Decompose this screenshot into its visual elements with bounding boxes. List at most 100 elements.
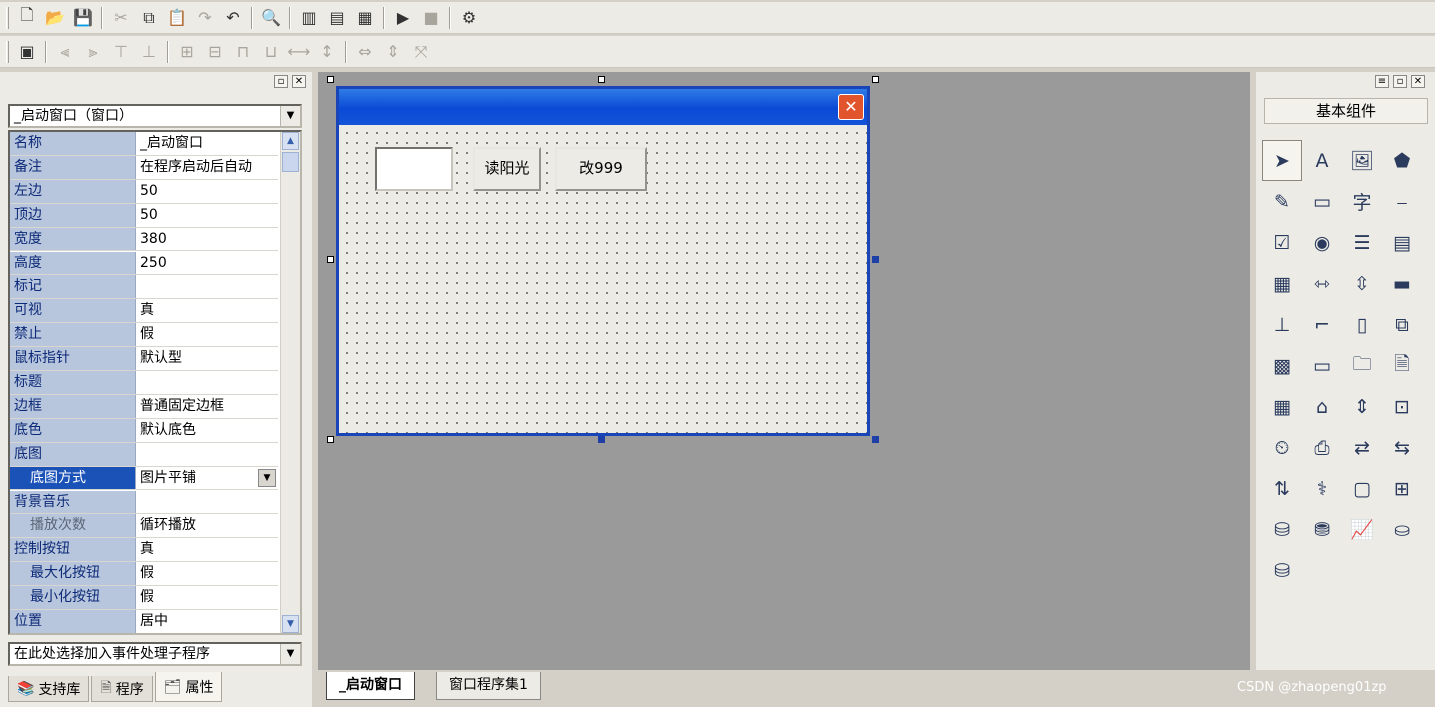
bracket-icon[interactable]: ⌐ <box>1302 304 1342 345</box>
property-row[interactable]: 高度 250 <box>10 251 278 276</box>
property-name[interactable]: 备注 <box>10 155 136 179</box>
property-name[interactable]: 底图方式 <box>10 466 136 490</box>
align-right-icon[interactable]: ⫸ <box>79 39 107 65</box>
property-name[interactable]: 鼠标指针 <box>10 347 136 370</box>
property-value[interactable]: _启动窗口 <box>136 132 278 155</box>
resize-handle[interactable] <box>598 76 605 83</box>
property-name[interactable]: 左边 <box>10 179 136 203</box>
property-name[interactable]: 可视 <box>10 299 136 323</box>
property-row[interactable]: 背景音乐 <box>10 490 278 515</box>
property-value[interactable]: 默认型 <box>136 347 278 370</box>
size-h-icon[interactable]: ⇔ <box>351 39 379 65</box>
document-icon[interactable]: 🗎 <box>1382 345 1422 386</box>
cut-icon[interactable]: ✂ <box>107 5 135 31</box>
property-row[interactable]: 位置 居中 <box>10 610 278 633</box>
printer-icon[interactable]: ⎙ <box>1302 427 1342 468</box>
property-value[interactable]: 普通固定边框 <box>136 394 278 418</box>
db-table-icon[interactable]: ⛁ <box>1262 509 1302 550</box>
label-icon[interactable]: A <box>1302 140 1342 181</box>
property-value[interactable]: 250 <box>136 251 278 275</box>
property-row[interactable]: 最大化按钮假 <box>10 562 278 587</box>
folder-icon[interactable]: 🗀 <box>1342 345 1382 386</box>
property-name[interactable]: 播放次数 <box>10 514 136 538</box>
property-value[interactable]: 默认底色 <box>136 418 278 442</box>
basic-components-header[interactable]: 基本组件 <box>1264 98 1428 124</box>
property-value[interactable] <box>136 275 278 299</box>
property-value[interactable] <box>136 442 278 466</box>
ruler-icon[interactable]: ⊥ <box>1262 304 1302 345</box>
align-left-icon[interactable]: ⫷ <box>51 39 79 65</box>
run-icon[interactable]: ▶ <box>389 5 417 31</box>
tab-support-library[interactable]: 📚 支持库 <box>8 676 90 702</box>
property-name[interactable]: 位置 <box>10 610 136 633</box>
property-name[interactable]: 边框 <box>10 394 136 418</box>
resize-handle[interactable] <box>598 436 605 443</box>
chevron-down-icon[interactable]: ▼ <box>258 468 276 487</box>
property-row[interactable]: 标记 <box>10 275 278 300</box>
tab-window-program-set[interactable]: 窗口程序集1 <box>436 672 541 700</box>
calendar-icon[interactable]: ▩ <box>1262 345 1302 386</box>
stop-icon[interactable]: ■ <box>417 5 445 31</box>
resize-handle[interactable] <box>327 256 334 263</box>
property-value[interactable]: 在程序启动后自动 <box>136 155 278 179</box>
form-icon[interactable]: ▣ <box>13 39 41 65</box>
center-v-icon[interactable]: ⊟ <box>201 39 229 65</box>
new-file-icon[interactable]: 🗋 <box>13 5 41 31</box>
form-client-area[interactable]: 读阳光 改999 <box>339 125 867 433</box>
scroll-thumb[interactable] <box>282 152 299 172</box>
data-grid-icon[interactable]: ▦ <box>1262 386 1302 427</box>
close-icon[interactable]: ✕ <box>1411 74 1425 88</box>
align-top-icon[interactable]: ⊤ <box>107 39 135 65</box>
counter-icon[interactable]: ⊡ <box>1382 386 1422 427</box>
property-value[interactable] <box>136 371 278 394</box>
property-row[interactable]: 最小化按钮假 <box>10 586 278 610</box>
event-selector[interactable]: 在此处选择加入事件处理子程序 ▼ <box>8 642 302 666</box>
change-999-button[interactable]: 改999 <box>555 147 647 191</box>
resize-handle[interactable] <box>872 76 879 83</box>
property-row[interactable]: 禁止假 <box>10 323 278 348</box>
progress-icon[interactable]: ▬ <box>1382 263 1422 304</box>
undo-icon[interactable]: ↶ <box>219 5 247 31</box>
property-row[interactable]: 备注 在程序启动后自动 <box>10 155 278 180</box>
property-name[interactable]: 禁止 <box>10 323 136 347</box>
tab-program[interactable]: 🗎 程序 <box>91 676 153 702</box>
scroll-up-icon[interactable]: ▲ <box>282 132 299 150</box>
property-value[interactable]: 假 <box>136 586 278 609</box>
toolbar-grip[interactable] <box>6 40 9 63</box>
property-row[interactable]: 底图方式 图片平铺 ▼ <box>10 466 278 491</box>
property-value[interactable]: 真 <box>136 538 278 562</box>
property-name[interactable]: 最大化按钮 <box>10 562 136 586</box>
restore-icon[interactable]: ▫ <box>1393 74 1407 88</box>
vscroll-icon[interactable]: ⇳ <box>1342 263 1382 304</box>
property-row[interactable]: 鼠标指针 默认型 <box>10 347 278 371</box>
property-name[interactable]: 底色 <box>10 418 136 442</box>
toolbar-grip[interactable] <box>6 6 9 29</box>
paste-icon[interactable]: 📋 <box>163 5 191 31</box>
tab-startup-window[interactable]: _启动窗口 <box>326 672 415 700</box>
stethoscope-icon[interactable]: ⚕ <box>1302 468 1342 509</box>
find-icon[interactable]: 🔍 <box>257 5 285 31</box>
listbox-icon[interactable]: ☰ <box>1342 222 1382 263</box>
property-row[interactable]: 底色 默认底色 <box>10 418 278 443</box>
property-value[interactable]: 居中 <box>136 610 278 633</box>
close-icon[interactable]: ✕ <box>292 74 306 88</box>
chevron-down-icon[interactable]: ▼ <box>280 644 300 664</box>
property-value[interactable]: 50 <box>136 179 278 203</box>
property-row[interactable]: 可视真 <box>10 299 278 324</box>
center-h-icon[interactable]: ⊞ <box>173 39 201 65</box>
restore-icon[interactable]: ▫ <box>274 74 288 88</box>
property-name[interactable]: 名称 <box>10 132 136 155</box>
property-name[interactable]: 底图 <box>10 442 136 466</box>
db-icon[interactable]: ⛃ <box>1302 509 1342 550</box>
property-row[interactable]: 顶边 50 <box>10 203 278 228</box>
edit-icon[interactable]: ✎ <box>1262 181 1302 222</box>
property-value[interactable]: 假 <box>136 562 278 586</box>
same-width-icon[interactable]: ⊓ <box>229 39 257 65</box>
text-char-icon[interactable]: 字 <box>1342 181 1382 222</box>
property-name[interactable]: 高度 <box>10 251 136 275</box>
size-both-icon[interactable]: ⤧ <box>407 39 435 65</box>
property-row[interactable]: 左边 50 <box>10 179 278 204</box>
odbc-icon[interactable]: ⛀ <box>1382 509 1422 550</box>
property-row[interactable]: 宽度 380 <box>10 227 278 252</box>
property-name[interactable]: 控制按钮 <box>10 538 136 562</box>
